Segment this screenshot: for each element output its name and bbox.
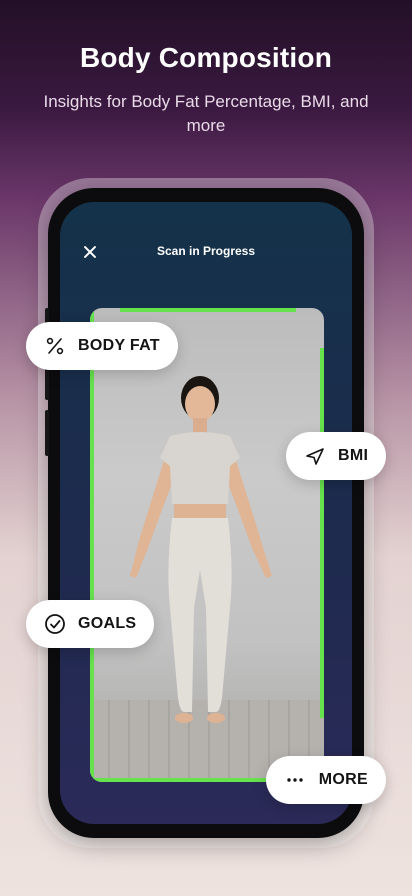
promo-subhead: Insights for Body Fat Percentage, BMI, a… xyxy=(43,92,369,135)
body-fat-label: BODY FAT xyxy=(78,337,160,354)
percent-icon xyxy=(44,335,66,357)
goals-label: GOALS xyxy=(78,615,137,632)
bmi-badge[interactable]: BMI xyxy=(286,432,387,480)
navigation-arrow-icon xyxy=(304,445,326,467)
person-photo xyxy=(130,376,272,723)
body-fat-badge[interactable]: BODY FAT xyxy=(26,322,178,370)
check-badge-icon xyxy=(44,613,66,635)
more-badge[interactable]: MORE xyxy=(266,756,386,804)
scan-corner-right xyxy=(320,348,324,718)
scan-corner-left xyxy=(90,308,94,782)
phone-mockup: Scan in Progress xyxy=(45,188,364,838)
screen-title: Scan in Progress xyxy=(156,244,256,258)
ellipsis-icon xyxy=(284,769,306,791)
app-screen: Scan in Progress xyxy=(60,202,352,824)
camera-scan-frame xyxy=(90,308,324,782)
phone-side-button xyxy=(45,410,49,456)
goals-badge[interactable]: GOALS xyxy=(26,600,155,648)
more-label: MORE xyxy=(318,771,368,788)
scan-corner-top xyxy=(120,308,296,312)
bmi-label: BMI xyxy=(338,447,369,464)
promo-headline: Body Composition xyxy=(79,42,333,73)
